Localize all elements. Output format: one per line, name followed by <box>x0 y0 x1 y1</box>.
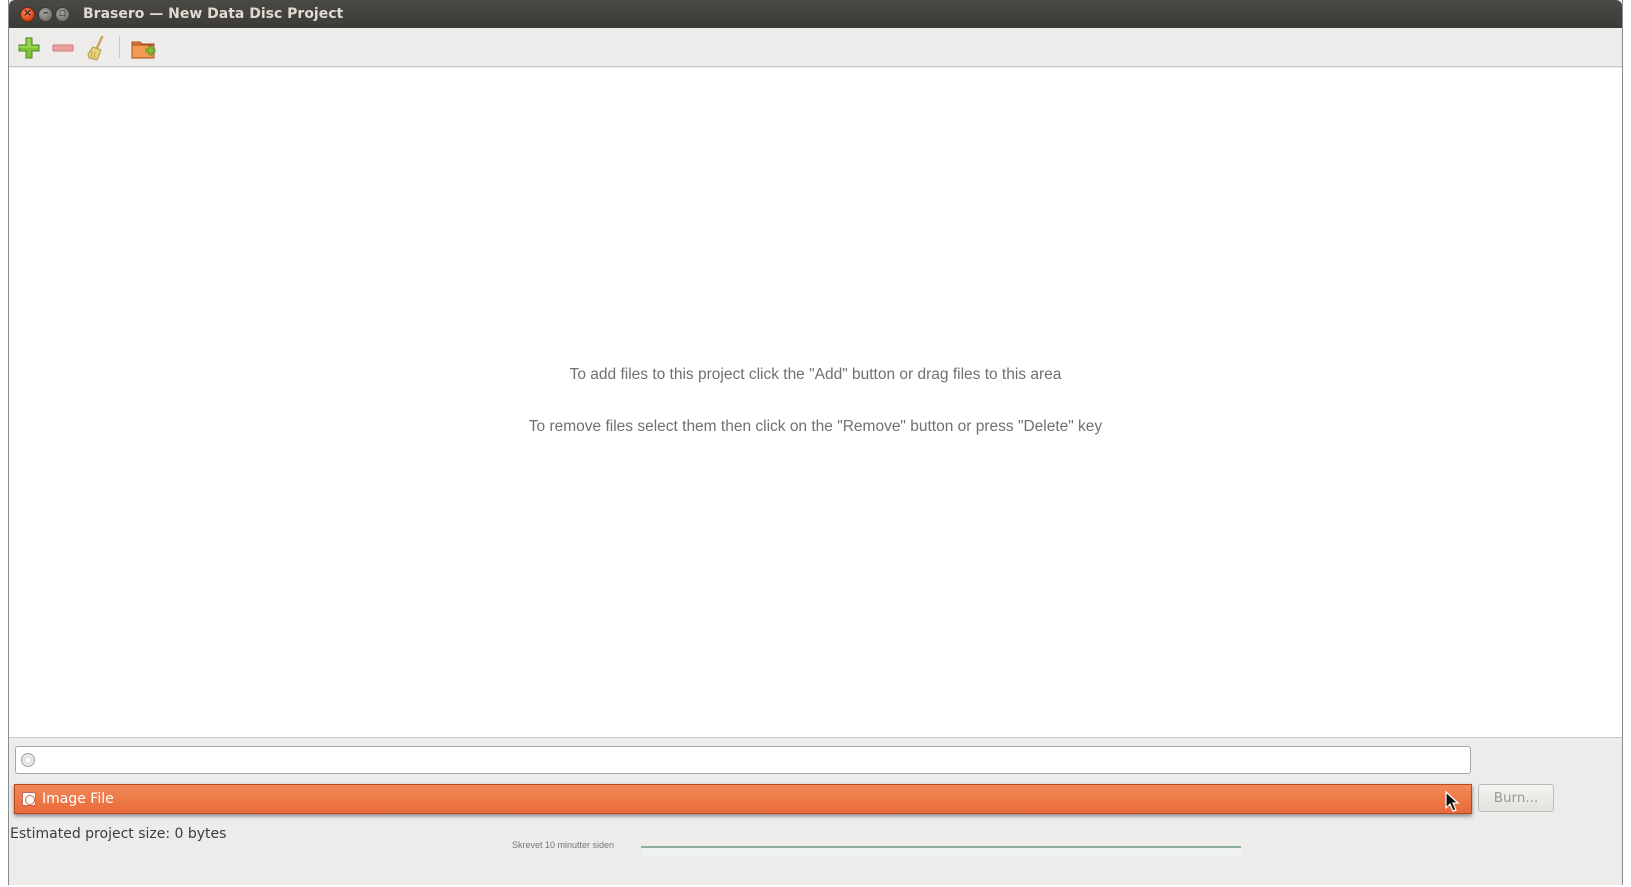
minimize-icon: – <box>42 6 49 19</box>
close-icon: × <box>22 6 33 19</box>
disc-name-field[interactable] <box>15 746 1471 774</box>
project-file-area[interactable]: To add files to this project click the "… <box>9 68 1622 738</box>
window-title: Brasero — New Data Disc Project <box>83 6 344 22</box>
brasero-window: × – ▫ Brasero — New Data Disc Project To… <box>8 0 1623 885</box>
add-files-button[interactable] <box>15 34 43 62</box>
minimize-window-button[interactable]: – <box>38 6 53 22</box>
new-folder-button[interactable] <box>129 34 157 62</box>
disc-icon <box>21 753 35 767</box>
add-icon <box>18 37 40 59</box>
maximize-window-button[interactable]: ▫ <box>55 6 70 22</box>
background-window-text: Skrevet 10 minutter siden <box>512 840 615 850</box>
toolbar <box>9 28 1622 67</box>
target-selector-item-image-file[interactable]: Image File <box>14 784 1472 814</box>
remove-files-hint: To remove files select them then click o… <box>528 418 1103 435</box>
close-window-button[interactable]: × <box>20 6 35 22</box>
clear-project-button[interactable] <box>83 34 111 62</box>
image-file-icon <box>22 792 36 806</box>
background-window-panel <box>641 846 1241 856</box>
maximize-icon: ▫ <box>58 6 67 19</box>
target-selector-label: Image File <box>42 791 114 807</box>
burn-button[interactable]: Burn... <box>1478 784 1554 812</box>
new-folder-icon <box>131 41 156 59</box>
add-files-hint: To add files to this project click the "… <box>569 366 1062 383</box>
toolbar-separator <box>119 36 120 58</box>
project-size-status: Estimated project size: 0 bytes <box>10 826 227 842</box>
title-bar[interactable]: × – ▫ Brasero — New Data Disc Project <box>9 0 1622 28</box>
clear-broom-icon <box>87 35 104 61</box>
remove-files-button[interactable] <box>49 34 77 62</box>
mouse-cursor-icon <box>1445 791 1460 812</box>
remove-icon <box>52 44 74 52</box>
